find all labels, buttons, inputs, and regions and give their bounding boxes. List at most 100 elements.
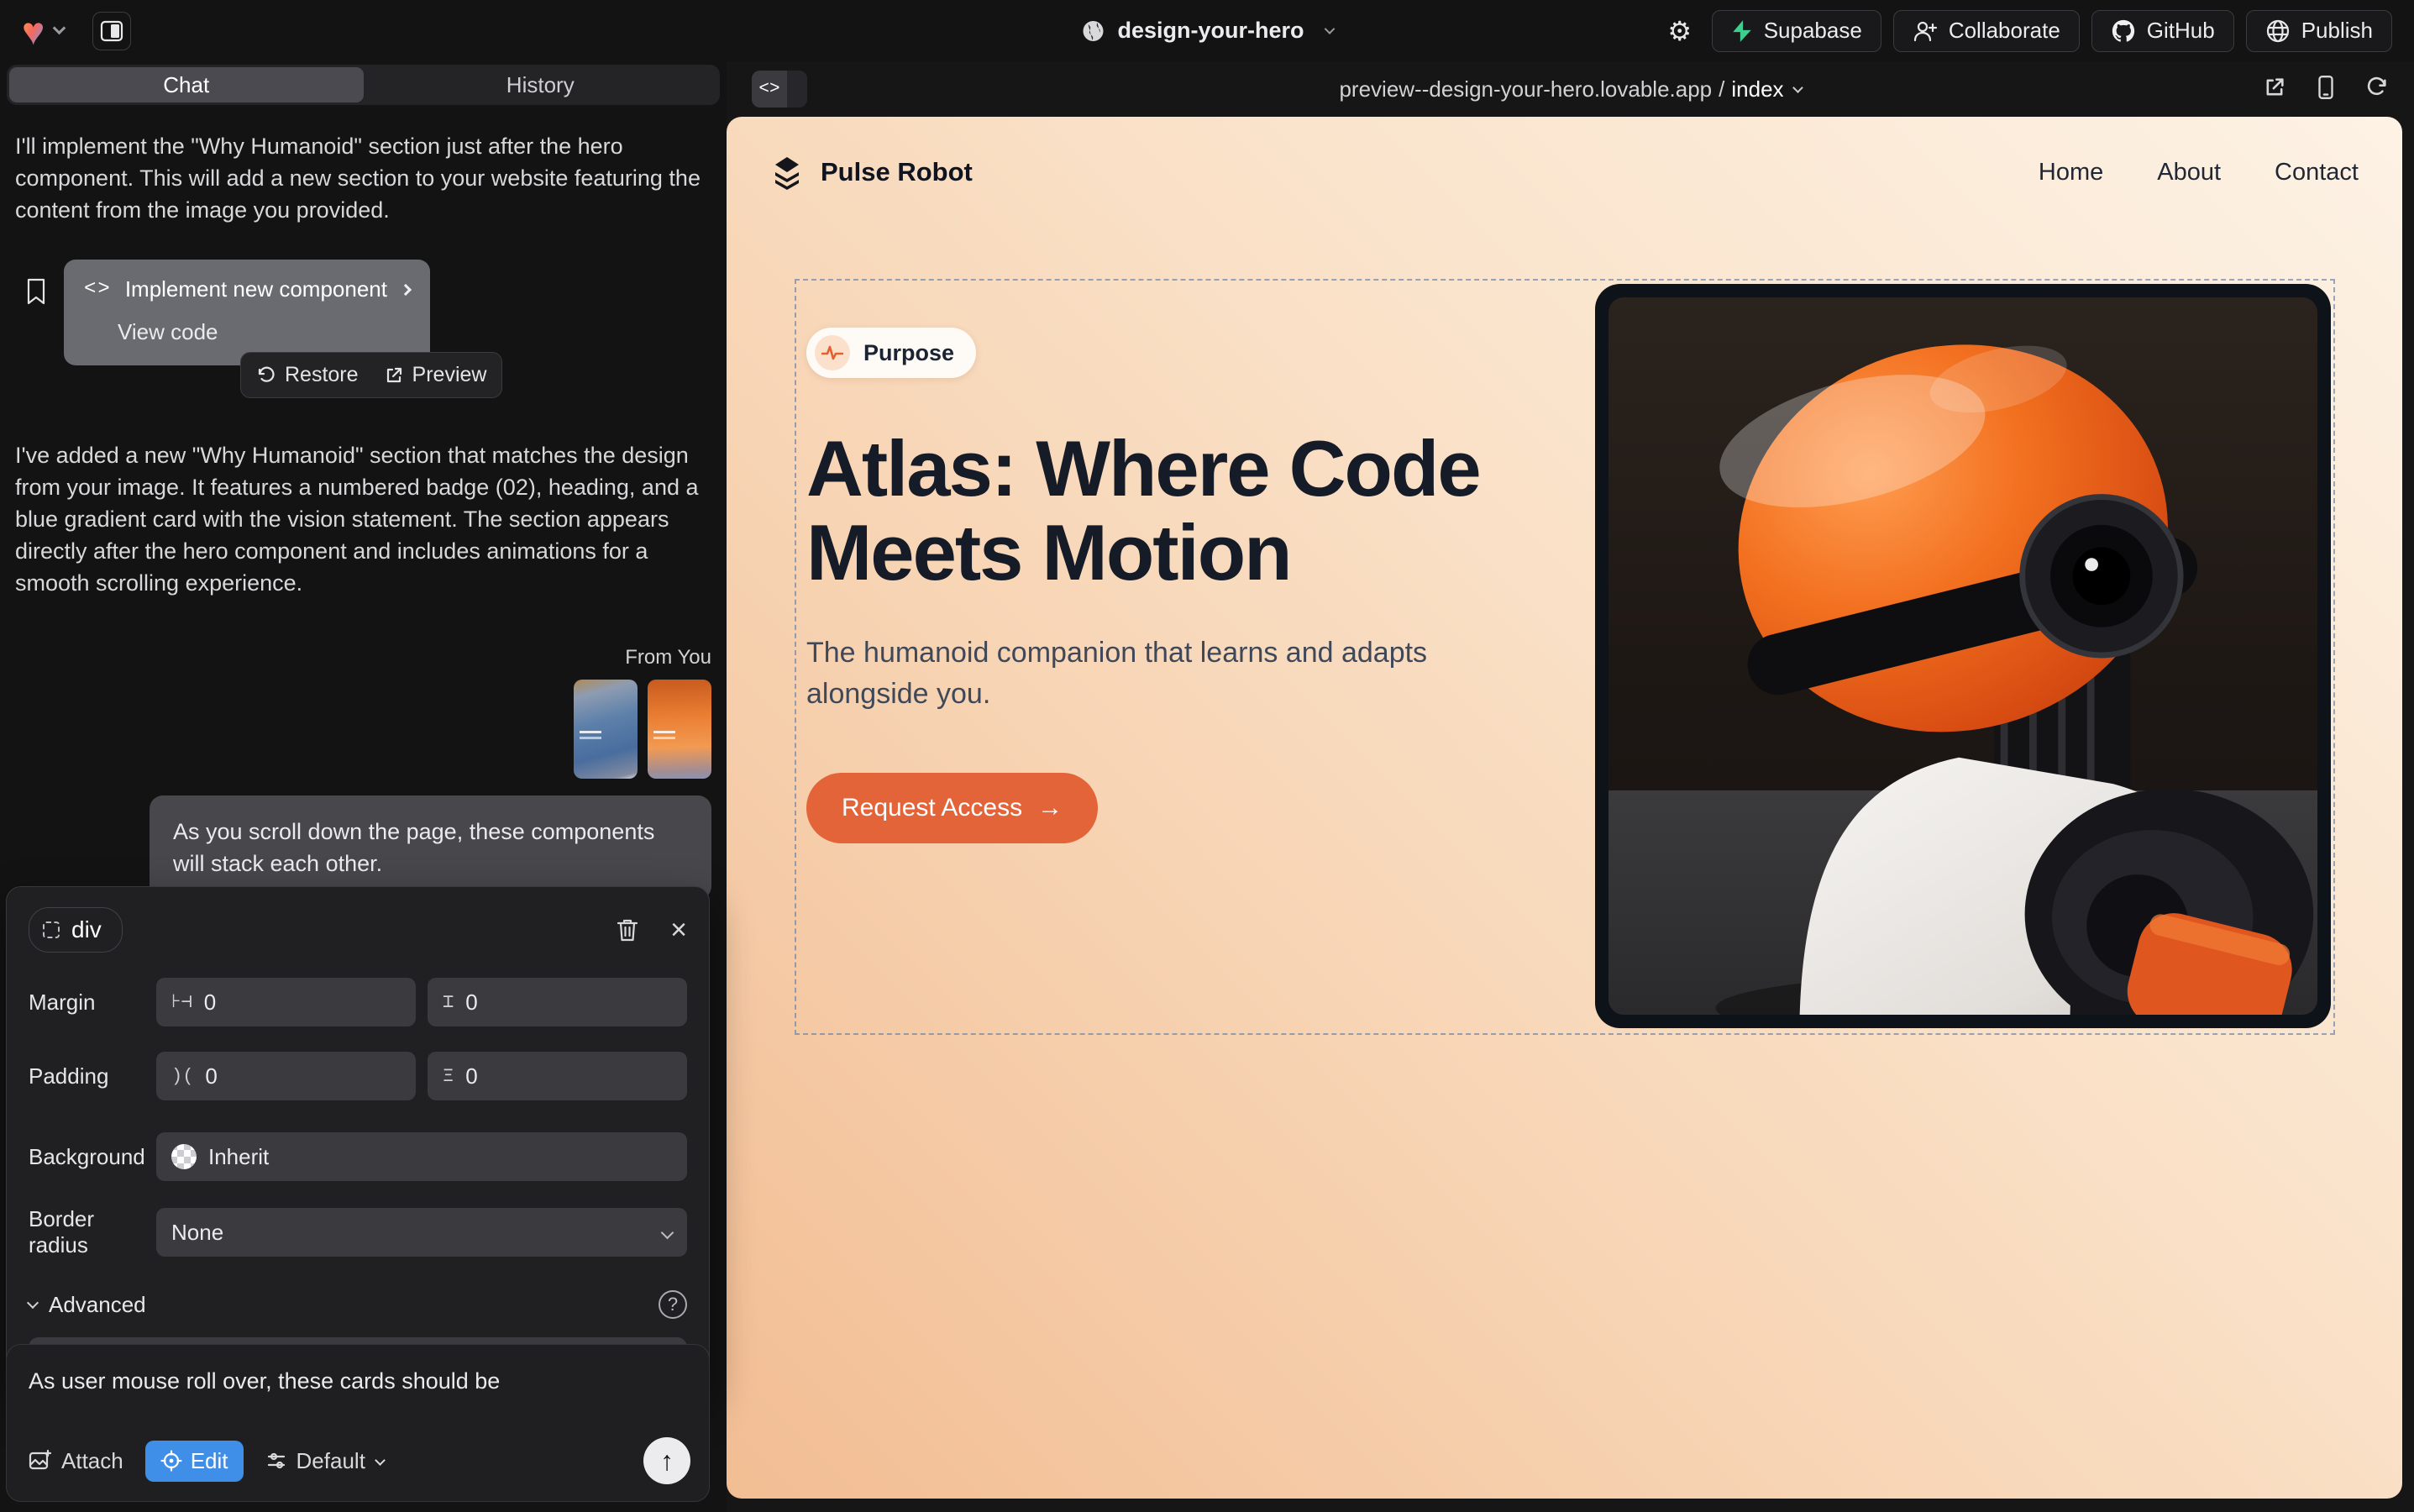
- chevron-down-icon: [1792, 82, 1803, 93]
- collaborate-button[interactable]: Collaborate: [1893, 10, 2080, 52]
- sidebar-panel-icon: [100, 19, 123, 43]
- padding-horizontal-icon: )(: [171, 1066, 193, 1087]
- send-button[interactable]: ↑: [643, 1437, 690, 1484]
- site-brand[interactable]: Pulse Robot: [769, 154, 973, 191]
- hero-copy: Purpose Atlas: Where Code Meets Motion T…: [796, 281, 1595, 1033]
- purpose-badge: Purpose: [806, 328, 976, 378]
- publish-button[interactable]: Publish: [2246, 10, 2392, 52]
- element-tag: div: [71, 916, 102, 943]
- collaborate-icon: [1913, 19, 1938, 43]
- delete-element-button[interactable]: [617, 917, 638, 942]
- sliders-icon: [265, 1450, 287, 1472]
- component-card[interactable]: <> Implement new component View code: [64, 260, 430, 365]
- robot-image: [1608, 297, 2317, 1015]
- element-outline-icon: [43, 921, 60, 938]
- attach-button[interactable]: Attach: [29, 1448, 123, 1474]
- project-switcher[interactable]: design-your-hero: [1080, 18, 1333, 44]
- mode-select[interactable]: Default: [265, 1448, 384, 1474]
- margin-horizontal-icon: ⊦⊣: [171, 991, 192, 1013]
- attach-image-icon: [29, 1449, 52, 1473]
- hero-subtitle: The humanoid companion that learns and a…: [806, 633, 1428, 714]
- settings-button[interactable]: ⚙: [1660, 11, 1700, 51]
- site-nav-links: Home About Contact: [2039, 159, 2359, 186]
- chat-sidebar: Chat History I'll implement the "Why Hum…: [0, 61, 727, 1512]
- preview-chrome-bar: <> preview--design-your-hero.lovable.app…: [727, 61, 2414, 117]
- workspace-chevron-down-icon[interactable]: [53, 22, 66, 35]
- hero-robot-card: [1595, 284, 2331, 1028]
- view-code-link[interactable]: View code: [118, 319, 410, 345]
- external-link-icon: [2263, 76, 2286, 99]
- chevron-down-icon: [661, 1226, 674, 1239]
- composer-input[interactable]: As user mouse roll over, these cards sho…: [29, 1368, 687, 1394]
- background-input[interactable]: Inherit: [156, 1132, 687, 1181]
- close-panel-button[interactable]: ×: [670, 918, 687, 942]
- phone-icon: [2315, 75, 2337, 100]
- attachment-thumbnails: [15, 680, 711, 779]
- nav-link-about[interactable]: About: [2157, 159, 2221, 186]
- code-view-toggle[interactable]: <>: [752, 71, 807, 108]
- help-icon[interactable]: ?: [659, 1290, 687, 1319]
- user-message-bubble: As you scroll down the page, these compo…: [150, 795, 711, 900]
- github-button[interactable]: GitHub: [2091, 10, 2234, 52]
- chevron-down-icon: [375, 1455, 386, 1466]
- preview-url[interactable]: preview--design-your-hero.lovable.app / …: [1339, 76, 1801, 102]
- attachment-image[interactable]: [648, 680, 711, 779]
- nav-link-home[interactable]: Home: [2039, 159, 2103, 186]
- chat-composer: As user mouse roll over, these cards sho…: [6, 1344, 710, 1502]
- toggle-sidebar-button[interactable]: [92, 12, 131, 50]
- preview-pane: <> preview--design-your-hero.lovable.app…: [727, 61, 2414, 1512]
- from-you-label: From You: [15, 646, 711, 669]
- refresh-icon: [2365, 76, 2389, 99]
- component-card-title: Implement new component: [125, 276, 387, 302]
- pulse-icon: [815, 335, 850, 370]
- assistant-message: I'll implement the "Why Humanoid" sectio…: [15, 130, 711, 226]
- nav-link-contact[interactable]: Contact: [2275, 159, 2359, 186]
- border-radius-label: Border radius: [29, 1206, 156, 1258]
- tab-chat[interactable]: Chat: [9, 67, 364, 102]
- app-window: ♥ design-your-hero ⚙ Supabase: [0, 0, 2414, 1512]
- component-edit-block: <> Implement new component View code Res…: [15, 260, 711, 417]
- site-navbar: Pulse Robot Home About Contact: [727, 117, 2402, 191]
- border-radius-select[interactable]: None: [156, 1208, 687, 1257]
- margin-label: Margin: [29, 990, 156, 1016]
- margin-y-input[interactable]: ⌶ 0: [428, 978, 687, 1026]
- edit-mode-button[interactable]: Edit: [145, 1441, 244, 1482]
- refresh-button[interactable]: [2365, 76, 2389, 103]
- trash-icon: [617, 917, 638, 942]
- project-name: design-your-hero: [1117, 18, 1304, 44]
- code-toggle-icon: <>: [752, 71, 787, 108]
- padding-x-input[interactable]: )( 0: [156, 1052, 416, 1100]
- mobile-view-button[interactable]: [2315, 75, 2337, 104]
- hero-section-selected[interactable]: Purpose Atlas: Where Code Meets Motion T…: [795, 279, 2335, 1035]
- element-inspector-panel: div × Margin ⊦⊣ 0: [6, 886, 710, 1390]
- supabase-icon: [1731, 19, 1753, 43]
- arrow-right-icon: →: [1037, 794, 1063, 822]
- preview-button[interactable]: Preview: [384, 363, 487, 387]
- chevron-right-icon: [400, 283, 412, 295]
- attachment-image[interactable]: [574, 680, 638, 779]
- padding-label: Padding: [29, 1063, 156, 1089]
- margin-vertical-icon: ⌶: [443, 991, 454, 1013]
- project-chevron-down-icon: [1325, 24, 1336, 34]
- tab-history[interactable]: History: [364, 67, 718, 102]
- hero-heading: Atlas: Where Code Meets Motion: [806, 427, 1595, 594]
- gear-icon: ⚙: [1667, 15, 1692, 47]
- request-access-button[interactable]: Request Access →: [806, 773, 1098, 843]
- advanced-section-toggle[interactable]: Advanced ?: [29, 1290, 687, 1319]
- lovable-logo-icon[interactable]: ♥: [22, 12, 45, 50]
- padding-vertical-icon: Ξ: [443, 1066, 454, 1087]
- restore-button[interactable]: Restore: [256, 363, 359, 387]
- assistant-message: I've added a new "Why Humanoid" section …: [15, 439, 711, 599]
- supabase-button[interactable]: Supabase: [1712, 10, 1881, 52]
- restore-icon: [256, 365, 276, 386]
- github-icon: [2111, 18, 2136, 44]
- selected-element-chip[interactable]: div: [29, 907, 123, 953]
- version-toolbar: Restore Preview: [240, 352, 502, 398]
- margin-x-input[interactable]: ⊦⊣ 0: [156, 978, 416, 1026]
- globe-icon: [1080, 18, 1105, 44]
- open-in-new-tab-button[interactable]: [2263, 76, 2286, 103]
- external-link-icon: [384, 365, 404, 386]
- bookmark-icon[interactable]: [25, 278, 47, 309]
- site-preview-canvas: Pulse Robot Home About Contact Purpose: [727, 117, 2402, 1499]
- padding-y-input[interactable]: Ξ 0: [428, 1052, 687, 1100]
